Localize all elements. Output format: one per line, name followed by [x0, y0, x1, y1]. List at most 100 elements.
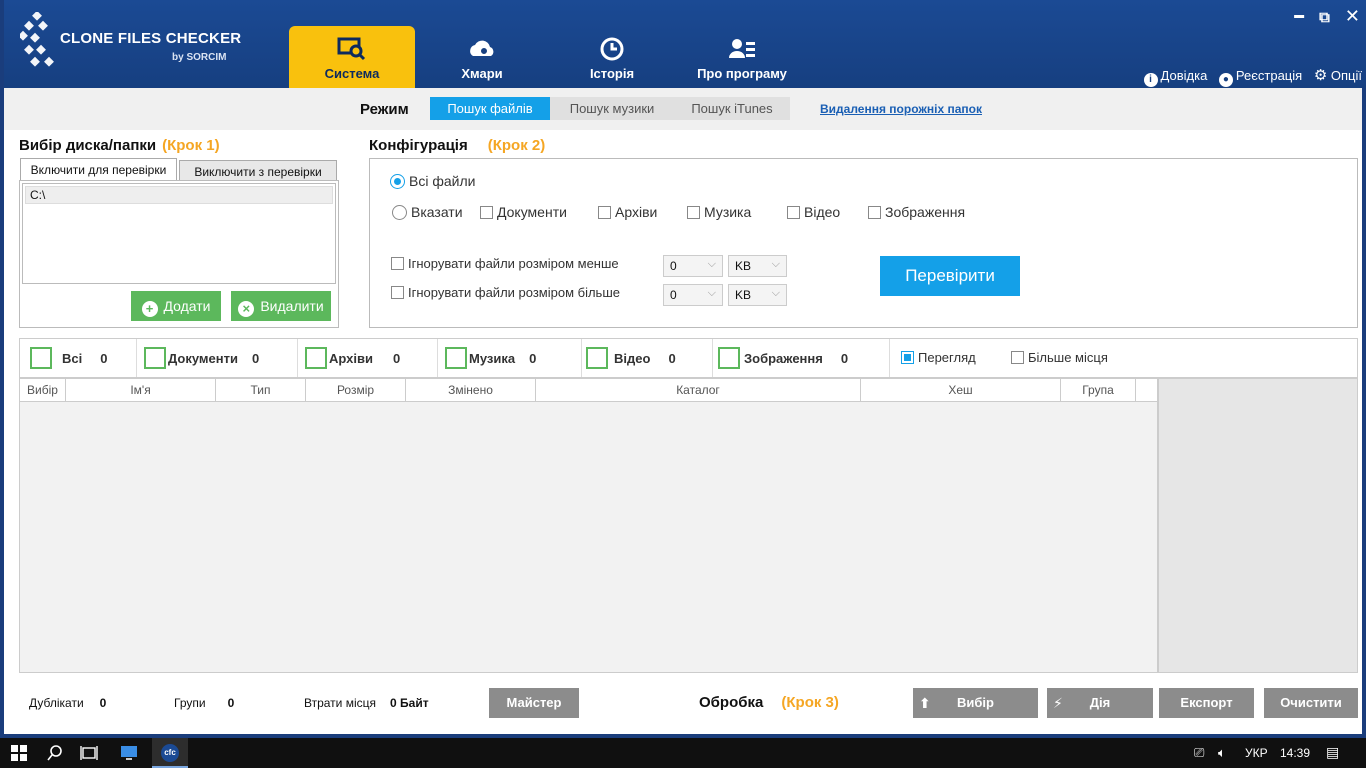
specify-radio[interactable]: Вказати [392, 204, 463, 220]
remove-icon: × [238, 301, 255, 317]
col-type[interactable]: Тип [216, 379, 306, 402]
min-size-select[interactable]: 0 [663, 254, 723, 277]
checkbox-icon [391, 286, 404, 299]
logo-subtitle: by SORCIM [172, 52, 227, 63]
checkbox-icon [787, 206, 800, 219]
step3-title: Обробка (Крок 3) [699, 694, 839, 711]
restore-icon[interactable]: ⧉ [1319, 9, 1330, 26]
wizard-button[interactable]: Майстер [489, 688, 579, 718]
tab-clouds[interactable]: Хмари [419, 26, 545, 88]
plus-icon: + [141, 301, 158, 317]
tab-system-label: Система [324, 66, 380, 81]
arrow-up-icon: ⬆ [919, 695, 931, 711]
music-checkbox[interactable]: Музика [687, 204, 751, 220]
clear-button[interactable]: Очистити [1264, 688, 1358, 718]
radio-icon [392, 205, 407, 220]
register-link[interactable]: ● Реєстрація [1218, 68, 1302, 87]
cloud-search-icon [470, 40, 494, 56]
images-checkbox[interactable]: Зображення [868, 204, 965, 220]
table-header: Вибір Ім'я Тип Розмір Змінено Каталог Хе… [20, 379, 1157, 402]
category-bar: Всі 0 Документи 0 Архіви 0 Музика 0 Відео 0 З… [19, 338, 1358, 378]
network-icon[interactable]: ⎚ [1194, 745, 1204, 761]
notification-icon[interactable]: ▤ [1326, 744, 1339, 761]
ignore-less-checkbox[interactable]: Ігнорувати файли розміром менше [391, 256, 619, 271]
max-unit-select[interactable]: KB [728, 283, 787, 306]
options-link[interactable]: ⚙ Опції [1314, 67, 1362, 84]
col-name[interactable]: Ім'я [66, 379, 216, 402]
category-music[interactable]: Музика 0 [445, 347, 536, 369]
search-drive-icon [337, 37, 366, 61]
mode-itunes-search[interactable]: Пошук iTunes [674, 97, 790, 120]
col-select[interactable]: Вибір [20, 379, 66, 402]
image-icon [718, 347, 740, 369]
remove-button[interactable]: × Видалити [231, 291, 331, 321]
all-files-icon [30, 347, 52, 369]
taskbar-app-cfc[interactable]: cfc [152, 738, 188, 768]
config-panel [369, 158, 1358, 328]
documents-checkbox[interactable]: Документи [480, 204, 567, 220]
col-group[interactable]: Група [1061, 379, 1136, 402]
close-icon[interactable]: ✕ [1345, 6, 1360, 27]
checkbox-icon [687, 206, 700, 219]
minimize-icon[interactable]: ▬ [1294, 10, 1304, 21]
archives-checkbox[interactable]: Архіви [598, 204, 657, 220]
preview-checkbox[interactable]: Перегляд [901, 350, 976, 365]
col-modified[interactable]: Змінено [406, 379, 536, 402]
tab-exclude[interactable]: Виключити з перевірки [179, 160, 337, 182]
ignore-more-checkbox[interactable]: Ігнорувати файли розміром більше [391, 285, 620, 300]
max-size-select[interactable]: 0 [663, 283, 723, 306]
task-view-icon[interactable] [80, 744, 98, 762]
tab-about[interactable]: Про програму [679, 26, 805, 88]
checkbox-icon [391, 257, 404, 270]
category-all[interactable]: Всі 0 [30, 347, 107, 369]
checkbox-checked-icon [901, 351, 914, 364]
windows-start-icon[interactable] [10, 744, 28, 762]
top-links: i Довідка ● Реєстрація ⚙ Опції [1136, 66, 1362, 87]
computer-icon[interactable] [120, 744, 138, 762]
checkbox-icon [1011, 351, 1024, 364]
step1-title: Вибір диска/папки (Крок 1) [19, 137, 220, 154]
music-icon [445, 347, 467, 369]
more-space-checkbox[interactable]: Більше місця [1011, 350, 1108, 365]
category-video[interactable]: Відео 0 [586, 347, 676, 369]
cfc-app-icon: cfc [161, 744, 179, 762]
groups-stat: Групи 0 [174, 696, 235, 710]
language-indicator[interactable]: УКР [1245, 746, 1268, 760]
video-icon [586, 347, 608, 369]
clock[interactable]: 14:39 [1280, 746, 1310, 760]
min-unit-select[interactable]: KB [728, 254, 787, 277]
scan-button[interactable]: Перевірити [880, 256, 1020, 296]
logo-diamond-icon [18, 10, 54, 67]
col-directory[interactable]: Каталог [536, 379, 861, 402]
export-button[interactable]: Експорт [1159, 688, 1254, 718]
video-checkbox[interactable]: Відео [787, 204, 840, 220]
volume-icon[interactable]: 🔈︎ [1218, 745, 1226, 761]
tab-history[interactable]: Історія [549, 26, 675, 88]
taskbar: cfc ⎚ 🔈︎ УКР 14:39 ▤ [0, 738, 1366, 768]
category-documents[interactable]: Документи 0 [144, 347, 259, 369]
tab-clouds-label: Хмари [461, 66, 503, 81]
tab-include[interactable]: Включити для перевірки [20, 158, 177, 180]
mode-file-search[interactable]: Пошук файлів [430, 97, 550, 120]
empty-folders-link[interactable]: Видалення порожніх папок [820, 102, 982, 116]
col-hash[interactable]: Хеш [861, 379, 1061, 402]
window-controls: ▬ ⧉ ✕ [1284, 6, 1360, 27]
add-button[interactable]: + Додати [131, 291, 221, 321]
search-icon[interactable] [46, 744, 64, 762]
results-table[interactable]: Вибір Ім'я Тип Розмір Змінено Каталог Хе… [19, 378, 1158, 673]
checkbox-icon [480, 206, 493, 219]
category-images[interactable]: Зображення 0 [718, 347, 848, 369]
lightning-icon: ⚡ [1053, 695, 1063, 711]
folder-list[interactable]: C:\ [22, 183, 336, 284]
user-icon: ● [1218, 73, 1233, 87]
tab-system[interactable]: Система [289, 26, 415, 88]
checkbox-icon [868, 206, 881, 219]
action-button[interactable]: ⚡ Дія [1047, 688, 1153, 718]
help-link[interactable]: i Довідка [1143, 68, 1207, 87]
col-size[interactable]: Розмір [306, 379, 406, 402]
list-item[interactable]: C:\ [25, 186, 333, 204]
mode-music-search[interactable]: Пошук музики [550, 97, 674, 120]
category-archives[interactable]: Архіви 0 [305, 347, 400, 369]
all-files-radio[interactable]: Всі файли [390, 173, 475, 189]
select-button[interactable]: ⬆ Вибір [913, 688, 1038, 718]
